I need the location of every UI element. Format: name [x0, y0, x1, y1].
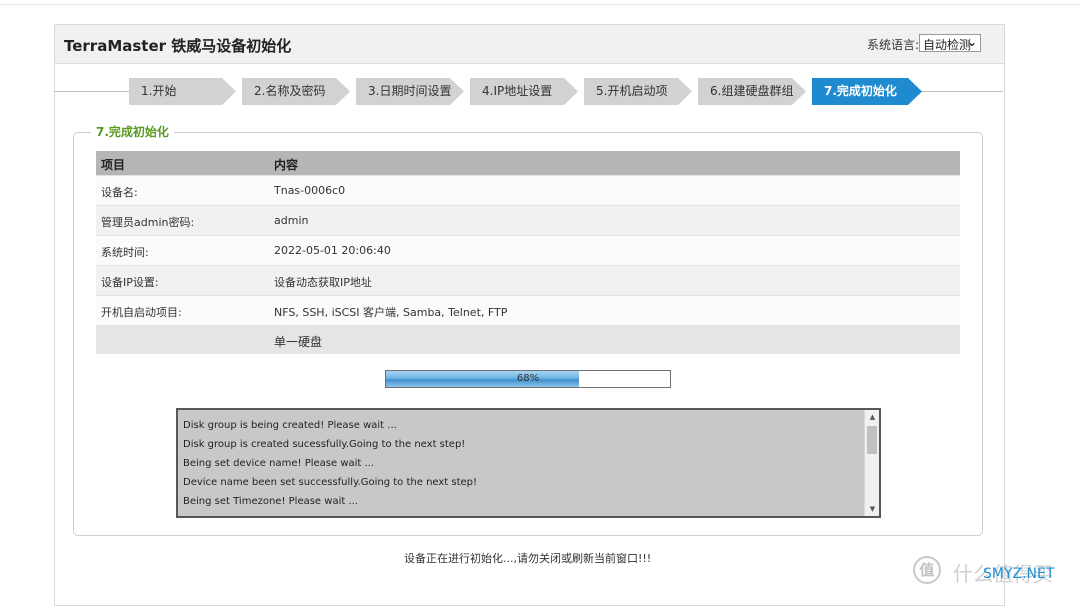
- top-divider: [0, 4, 1080, 5]
- table-row: 设备IP设置: 设备动态获取IP地址: [96, 265, 960, 295]
- log-line: Being set device name! Please wait ...: [183, 458, 375, 469]
- row-key: 管理员admin密码:: [101, 216, 195, 229]
- row-value: 设备动态获取IP地址: [274, 276, 372, 289]
- column-header-content: 内容: [274, 158, 299, 172]
- scroll-down-arrow-icon[interactable]: ▼: [865, 502, 879, 516]
- section-legend: 7.完成初始化: [91, 123, 174, 140]
- step-connector: [54, 91, 130, 92]
- watermark-logo-icon: 值: [913, 556, 941, 584]
- step-4: 4.IP地址设置: [470, 78, 578, 105]
- step-5: 5.开机启动项: [584, 78, 692, 105]
- language-label: 系统语言:: [867, 38, 920, 52]
- row-key: 开机自启动项目:: [101, 306, 182, 319]
- init-progress-bar: 68%: [385, 370, 671, 388]
- table-row: 管理员admin密码: admin: [96, 205, 960, 235]
- table-row: 单一硬盘: [96, 325, 960, 354]
- init-log-textarea[interactable]: Disk group is being created! Please wait…: [176, 408, 881, 518]
- step-2: 2.名称及密码: [242, 78, 350, 105]
- row-key: 设备名:: [101, 186, 138, 199]
- progress-label: 68%: [516, 373, 540, 384]
- summary-table: 项目 内容 设备名: Tnas-0006c0 管理员admin密码: admin…: [96, 151, 960, 354]
- log-scrollbar[interactable]: ▲ ▼: [864, 410, 879, 516]
- log-line: Being set Timezone! Please wait ...: [183, 496, 358, 507]
- table-row: 开机自启动项目: NFS, SSH, iSCSI 客户端, Samba, Tel…: [96, 295, 960, 325]
- row-key: 设备IP设置:: [101, 276, 159, 289]
- row-value: admin: [274, 214, 309, 227]
- step-6: 6.组建硬盘群组: [698, 78, 806, 105]
- scroll-up-arrow-icon[interactable]: ▲: [865, 410, 879, 424]
- row-key: 系统时间:: [101, 246, 149, 259]
- chevron-down-icon: ⌄: [966, 35, 977, 49]
- table-row: 系统时间: 2022-05-01 20:06:40: [96, 235, 960, 265]
- step-3: 3.日期时间设置: [356, 78, 464, 105]
- language-select-value: 自动检测: [923, 38, 972, 52]
- log-line: Device name been set successfully.Going …: [183, 477, 478, 488]
- log-line: Disk group is created sucessfully.Going …: [183, 439, 466, 450]
- table-header: 项目 内容: [96, 151, 960, 175]
- do-not-close-warning: 设备正在进行初始化...,请勿关闭或刷新当前窗口!!!: [404, 552, 652, 565]
- row-value: NFS, SSH, iSCSI 客户端, Samba, Telnet, FTP: [274, 306, 508, 319]
- step-1: 1.开始: [129, 78, 236, 105]
- wizard-title: TerraMaster 铁威马设备初始化: [64, 37, 292, 55]
- step-connector: [920, 91, 1003, 92]
- wizard-header: TerraMaster 铁威马设备初始化 系统语言: 自动检测 ⌄: [55, 25, 1004, 64]
- step-7-current: 7.完成初始化: [812, 78, 922, 105]
- log-line: Disk group is being created! Please wait…: [183, 420, 397, 431]
- language-select[interactable]: 自动检测 ⌄: [919, 34, 981, 52]
- table-row: 设备名: Tnas-0006c0: [96, 175, 960, 205]
- row-value: Tnas-0006c0: [274, 184, 346, 197]
- row-value: 单一硬盘: [274, 335, 323, 349]
- row-value: 2022-05-01 20:06:40: [274, 244, 391, 257]
- watermark-site: SMYZ.NET: [983, 566, 1055, 582]
- column-header-item: 项目: [101, 158, 126, 172]
- scroll-thumb[interactable]: [867, 426, 877, 454]
